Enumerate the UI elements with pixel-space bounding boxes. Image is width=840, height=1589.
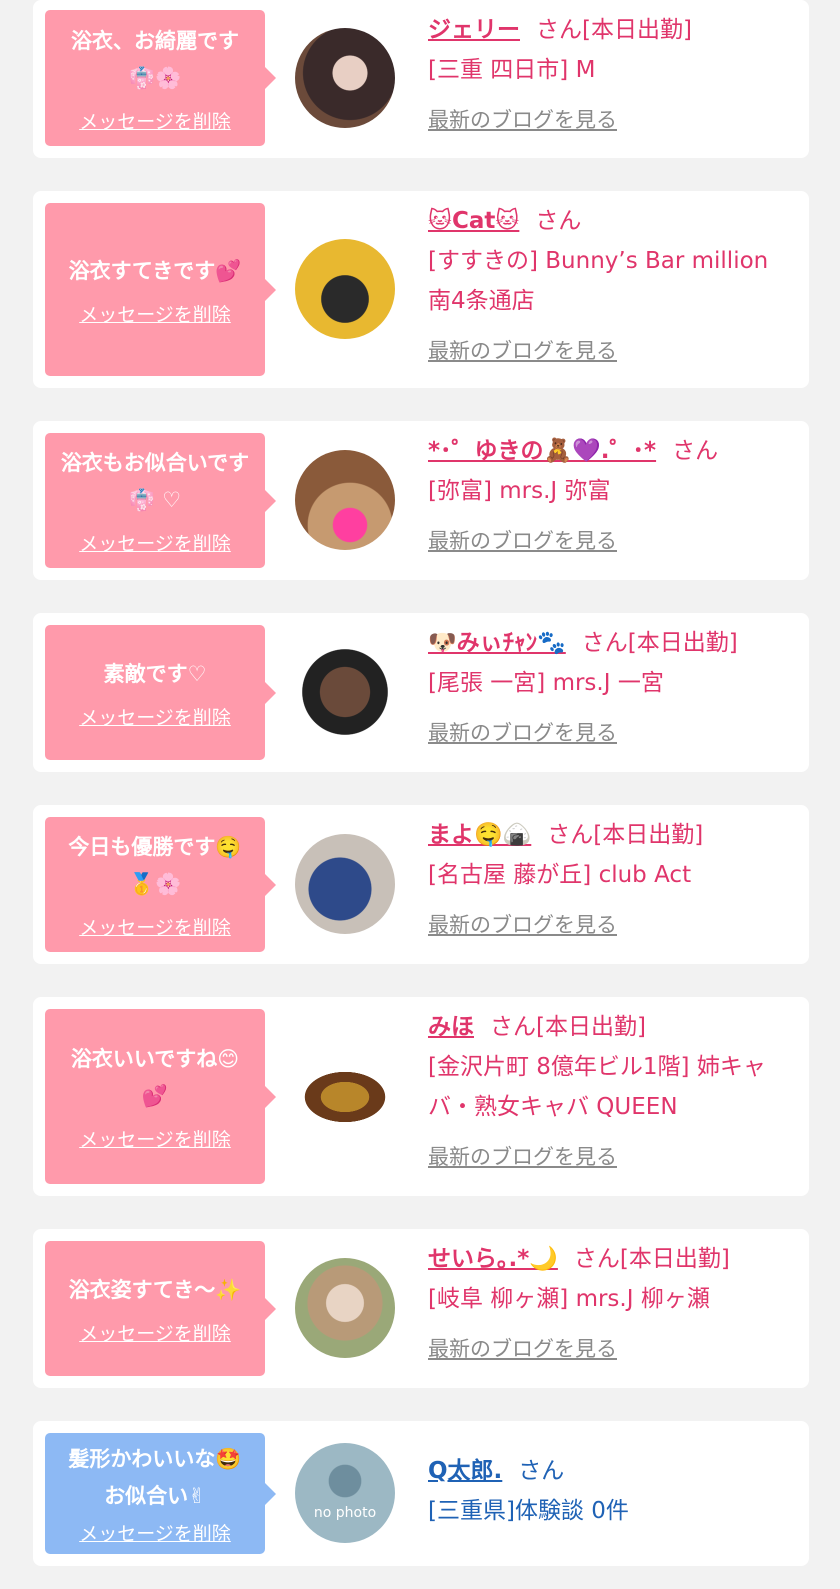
user-suffix: さん[本日出勤] [536, 17, 692, 43]
user-suffix: さん[本日出勤] [490, 1014, 646, 1040]
user-info: まよ🤤🍙 さん[本日出勤] [名古屋 藤が丘] club Act 最新のブログを見… [428, 815, 797, 939]
list-item: 浴衣すてきです💕 メッセージを削除 🐱Cat🐱 さん [すすきの] Bunny’s… [33, 191, 809, 388]
shop-text: [名古屋 藤が丘] club Act [428, 862, 692, 888]
user-name-link[interactable]: まよ🤤🍙 [428, 822, 531, 848]
user-info: 🐶みぃﾁｬﾝ🐾 さん[本日出勤] [尾張 一宮] mrs.J 一宮 最新のブログを… [428, 623, 797, 747]
list-item: 髪形かわいいな🤩お似合い✌ メッセージを削除 no photo Q太郎. さん [… [33, 1421, 809, 1566]
avatar[interactable] [295, 642, 395, 742]
delete-message-link[interactable]: メッセージを削除 [79, 1519, 231, 1546]
avatar[interactable] [295, 28, 395, 128]
shop-text: [弥富] mrs.J 弥富 [428, 478, 611, 504]
user-suffix: さん [672, 438, 719, 464]
message-list: 浴衣、お綺麗です 👘🌸 メッセージを削除 ジェリー さん[本日出勤] [三重 四日… [0, 0, 840, 1589]
user-name-link[interactable]: *･゜ゆきの🧸💜.゜･* [428, 438, 656, 464]
list-item: 素敵です♡ メッセージを削除 🐶みぃﾁｬﾝ🐾 さん[本日出勤] [尾張 一宮] m… [33, 613, 809, 772]
user-name-link[interactable]: Q太郎. [428, 1458, 502, 1484]
delete-message-link[interactable]: メッセージを削除 [79, 913, 231, 940]
no-photo-label: no photo [313, 1505, 377, 1521]
list-item: 浴衣姿すてき〜✨ メッセージを削除 せいら｡.*🌙 さん[本日出勤] [岐阜 柳ヶ… [33, 1229, 809, 1388]
message-bubble: 浴衣すてきです💕 メッセージを削除 [45, 203, 276, 376]
delete-message-link[interactable]: メッセージを削除 [79, 107, 231, 134]
user-info: *･゜ゆきの🧸💜.゜･* さん [弥富] mrs.J 弥富 最新のブログを見る [428, 431, 797, 555]
user-name-link[interactable]: せいら｡.*🌙 [428, 1246, 558, 1272]
message-text: 髪形かわいいな🤩お似合い✌ [68, 1447, 242, 1508]
shop-text: [三重 四日市] M [428, 57, 596, 83]
user-info: ジェリー さん[本日出勤] [三重 四日市] M 最新のブログを見る [428, 10, 797, 134]
user-suffix: さん [518, 1458, 565, 1484]
list-item: 浴衣、お綺麗です 👘🌸 メッセージを削除 ジェリー さん[本日出勤] [三重 四日… [33, 0, 809, 158]
message-text: 浴衣もお似合いです👘 ♡ [60, 451, 250, 512]
list-item: 浴衣いいですね😊💕 メッセージを削除 みほ さん[本日出勤] [金沢片町 8億年ビ… [33, 997, 809, 1196]
no-photo-avatar[interactable]: no photo [295, 1443, 395, 1543]
list-item: 浴衣もお似合いです👘 ♡ メッセージを削除 *･゜ゆきの🧸💜.゜･* さん [弥富… [33, 421, 809, 580]
avatar[interactable] [295, 1047, 395, 1147]
latest-blog-link[interactable]: 最新のブログを見る [428, 335, 617, 365]
message-text: 浴衣すてきです💕 [68, 258, 242, 283]
avatar[interactable] [295, 450, 395, 550]
message-bubble: 素敵です♡ メッセージを削除 [45, 625, 276, 760]
message-text: 今日も優勝です🤤🥇🌸 [68, 835, 242, 896]
user-info: せいら｡.*🌙 さん[本日出勤] [岐阜 柳ヶ瀬] mrs.J 柳ヶ瀬 最新のブロ… [428, 1239, 797, 1363]
list-item: 今日も優勝です🤤🥇🌸 メッセージを削除 まよ🤤🍙 さん[本日出勤] [名古屋 藤が… [33, 805, 809, 964]
avatar[interactable] [295, 834, 395, 934]
shop-text: [金沢片町 8億年ビル1階] 姉キャバ・熟女キャバ QUEEN [428, 1054, 766, 1120]
message-bubble: 浴衣いいですね😊💕 メッセージを削除 [45, 1009, 276, 1184]
delete-message-link[interactable]: メッセージを削除 [79, 1125, 231, 1152]
user-name-link[interactable]: みほ [428, 1014, 474, 1040]
latest-blog-link[interactable]: 最新のブログを見る [428, 525, 617, 555]
user-suffix: さん[本日出勤] [581, 630, 738, 656]
message-bubble: 髪形かわいいな🤩お似合い✌ メッセージを削除 [45, 1433, 276, 1554]
shop-text: [三重県]体験談 0件 [428, 1498, 629, 1524]
latest-blog-link[interactable]: 最新のブログを見る [428, 717, 617, 747]
delete-message-link[interactable]: メッセージを削除 [79, 703, 231, 730]
avatar[interactable] [295, 239, 395, 339]
user-suffix: さん[本日出勤] [573, 1246, 730, 1272]
delete-message-link[interactable]: メッセージを削除 [79, 300, 231, 327]
delete-message-link[interactable]: メッセージを削除 [79, 1319, 231, 1346]
message-text: 浴衣、お綺麗です 👘🌸 [71, 28, 239, 90]
shop-text: [尾張 一宮] mrs.J 一宮 [428, 670, 664, 696]
message-bubble: 浴衣もお似合いです👘 ♡ メッセージを削除 [45, 433, 276, 568]
shop-text: [岐阜 柳ヶ瀬] mrs.J 柳ヶ瀬 [428, 1286, 710, 1312]
user-info: 🐱Cat🐱 さん [すすきの] Bunny’s Bar million 南4条通店… [428, 201, 797, 365]
message-text: 浴衣姿すてき〜✨ [68, 1277, 242, 1302]
user-info: みほ さん[本日出勤] [金沢片町 8億年ビル1階] 姉キャバ・熟女キャバ QUE… [428, 1007, 797, 1171]
message-bubble: 浴衣姿すてき〜✨ メッセージを削除 [45, 1241, 276, 1376]
user-info: Q太郎. さん [三重県]体験談 0件 [428, 1451, 797, 1531]
user-suffix: さん[本日出勤] [547, 822, 704, 848]
user-suffix: さん [535, 208, 582, 234]
user-name-link[interactable]: 🐶みぃﾁｬﾝ🐾 [428, 630, 566, 656]
message-bubble: 浴衣、お綺麗です 👘🌸 メッセージを削除 [45, 10, 276, 146]
message-text: 浴衣いいですね😊💕 [70, 1047, 240, 1108]
latest-blog-link[interactable]: 最新のブログを見る [428, 1141, 617, 1171]
latest-blog-link[interactable]: 最新のブログを見る [428, 104, 617, 134]
user-name-link[interactable]: ジェリー [428, 17, 520, 43]
latest-blog-link[interactable]: 最新のブログを見る [428, 1333, 617, 1363]
delete-message-link[interactable]: メッセージを削除 [79, 529, 231, 556]
message-text: 素敵です♡ [103, 661, 207, 686]
shop-text: [すすきの] Bunny’s Bar million 南4条通店 [428, 248, 769, 314]
message-bubble: 今日も優勝です🤤🥇🌸 メッセージを削除 [45, 817, 276, 952]
avatar[interactable] [295, 1258, 395, 1358]
user-name-link[interactable]: 🐱Cat🐱 [428, 208, 519, 234]
latest-blog-link[interactable]: 最新のブログを見る [428, 909, 617, 939]
